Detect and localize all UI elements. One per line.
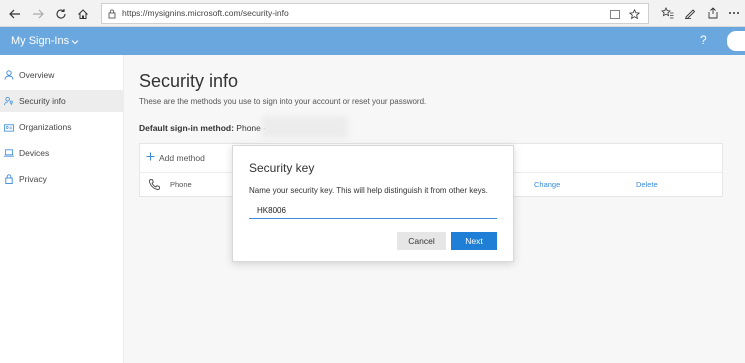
delete-link[interactable]: Delete <box>636 180 658 189</box>
organizations-icon <box>4 122 14 132</box>
browser-toolbar: https://mysignins.microsoft.com/security… <box>0 0 745 27</box>
next-button[interactable]: Next <box>451 232 497 250</box>
sidebar-item-privacy[interactable]: Privacy <box>0 168 124 190</box>
plus-icon <box>146 152 155 163</box>
url-text: https://mysignins.microsoft.com/security… <box>122 8 289 18</box>
sidebar-item-devices[interactable]: Devices <box>0 142 124 164</box>
forward-icon[interactable] <box>29 5 47 23</box>
sidebar-item-label: Overview <box>19 70 55 80</box>
sidebar-item-overview[interactable]: Overview <box>0 64 124 86</box>
lock-icon <box>4 174 14 184</box>
favorites-icon[interactable] <box>659 5 675 21</box>
default-sign-in-method: Default sign-in method: Phone - <box>139 123 266 133</box>
sidebar-item-label: Security info <box>19 96 66 106</box>
more-icon[interactable] <box>726 5 742 21</box>
reading-view-icon[interactable] <box>608 8 622 20</box>
add-method-label: Add method <box>159 152 205 163</box>
default-method-label: Default sign-in method: <box>139 123 234 133</box>
dialog-instructions: Name your security key. This will help d… <box>249 186 488 195</box>
laptop-icon <box>4 148 14 158</box>
back-icon[interactable] <box>6 5 24 23</box>
security-key-name-input[interactable] <box>249 202 497 219</box>
help-button[interactable]: ? <box>700 33 707 47</box>
page-title: Security info <box>139 71 239 91</box>
change-link[interactable]: Change <box>534 180 560 189</box>
address-bar[interactable]: https://mysignins.microsoft.com/security… <box>101 3 649 24</box>
lock-icon <box>108 9 116 22</box>
security-info-icon <box>4 96 14 106</box>
share-icon[interactable] <box>705 5 721 21</box>
person-icon <box>4 70 14 80</box>
refresh-icon[interactable] <box>52 5 70 23</box>
redacted-phone-number <box>262 116 348 138</box>
avatar[interactable] <box>727 31 745 51</box>
chevron-down-icon[interactable] <box>71 36 79 48</box>
sidebar-item-security-info[interactable]: Security info <box>0 90 124 112</box>
phone-icon <box>148 178 161 194</box>
home-icon[interactable] <box>74 5 92 23</box>
add-method-button[interactable]: Add method <box>146 152 205 163</box>
pen-icon[interactable] <box>682 5 698 21</box>
page-description: These are the methods you use to sign in… <box>139 97 427 106</box>
method-name: Phone <box>170 180 192 189</box>
favorite-star-icon[interactable] <box>627 8 641 20</box>
dialog-title: Security key <box>249 161 315 175</box>
app-title[interactable]: My Sign-Ins <box>11 35 69 47</box>
sidebar: Overview Security info Organizations Dev… <box>0 55 124 363</box>
cancel-button[interactable]: Cancel <box>397 232 446 250</box>
sidebar-item-label: Devices <box>19 148 50 158</box>
sidebar-item-organizations[interactable]: Organizations <box>0 116 124 138</box>
sidebar-item-label: Organizations <box>19 122 72 132</box>
app-header: My Sign-Ins ? <box>0 27 745 55</box>
sidebar-item-label: Privacy <box>19 174 47 184</box>
